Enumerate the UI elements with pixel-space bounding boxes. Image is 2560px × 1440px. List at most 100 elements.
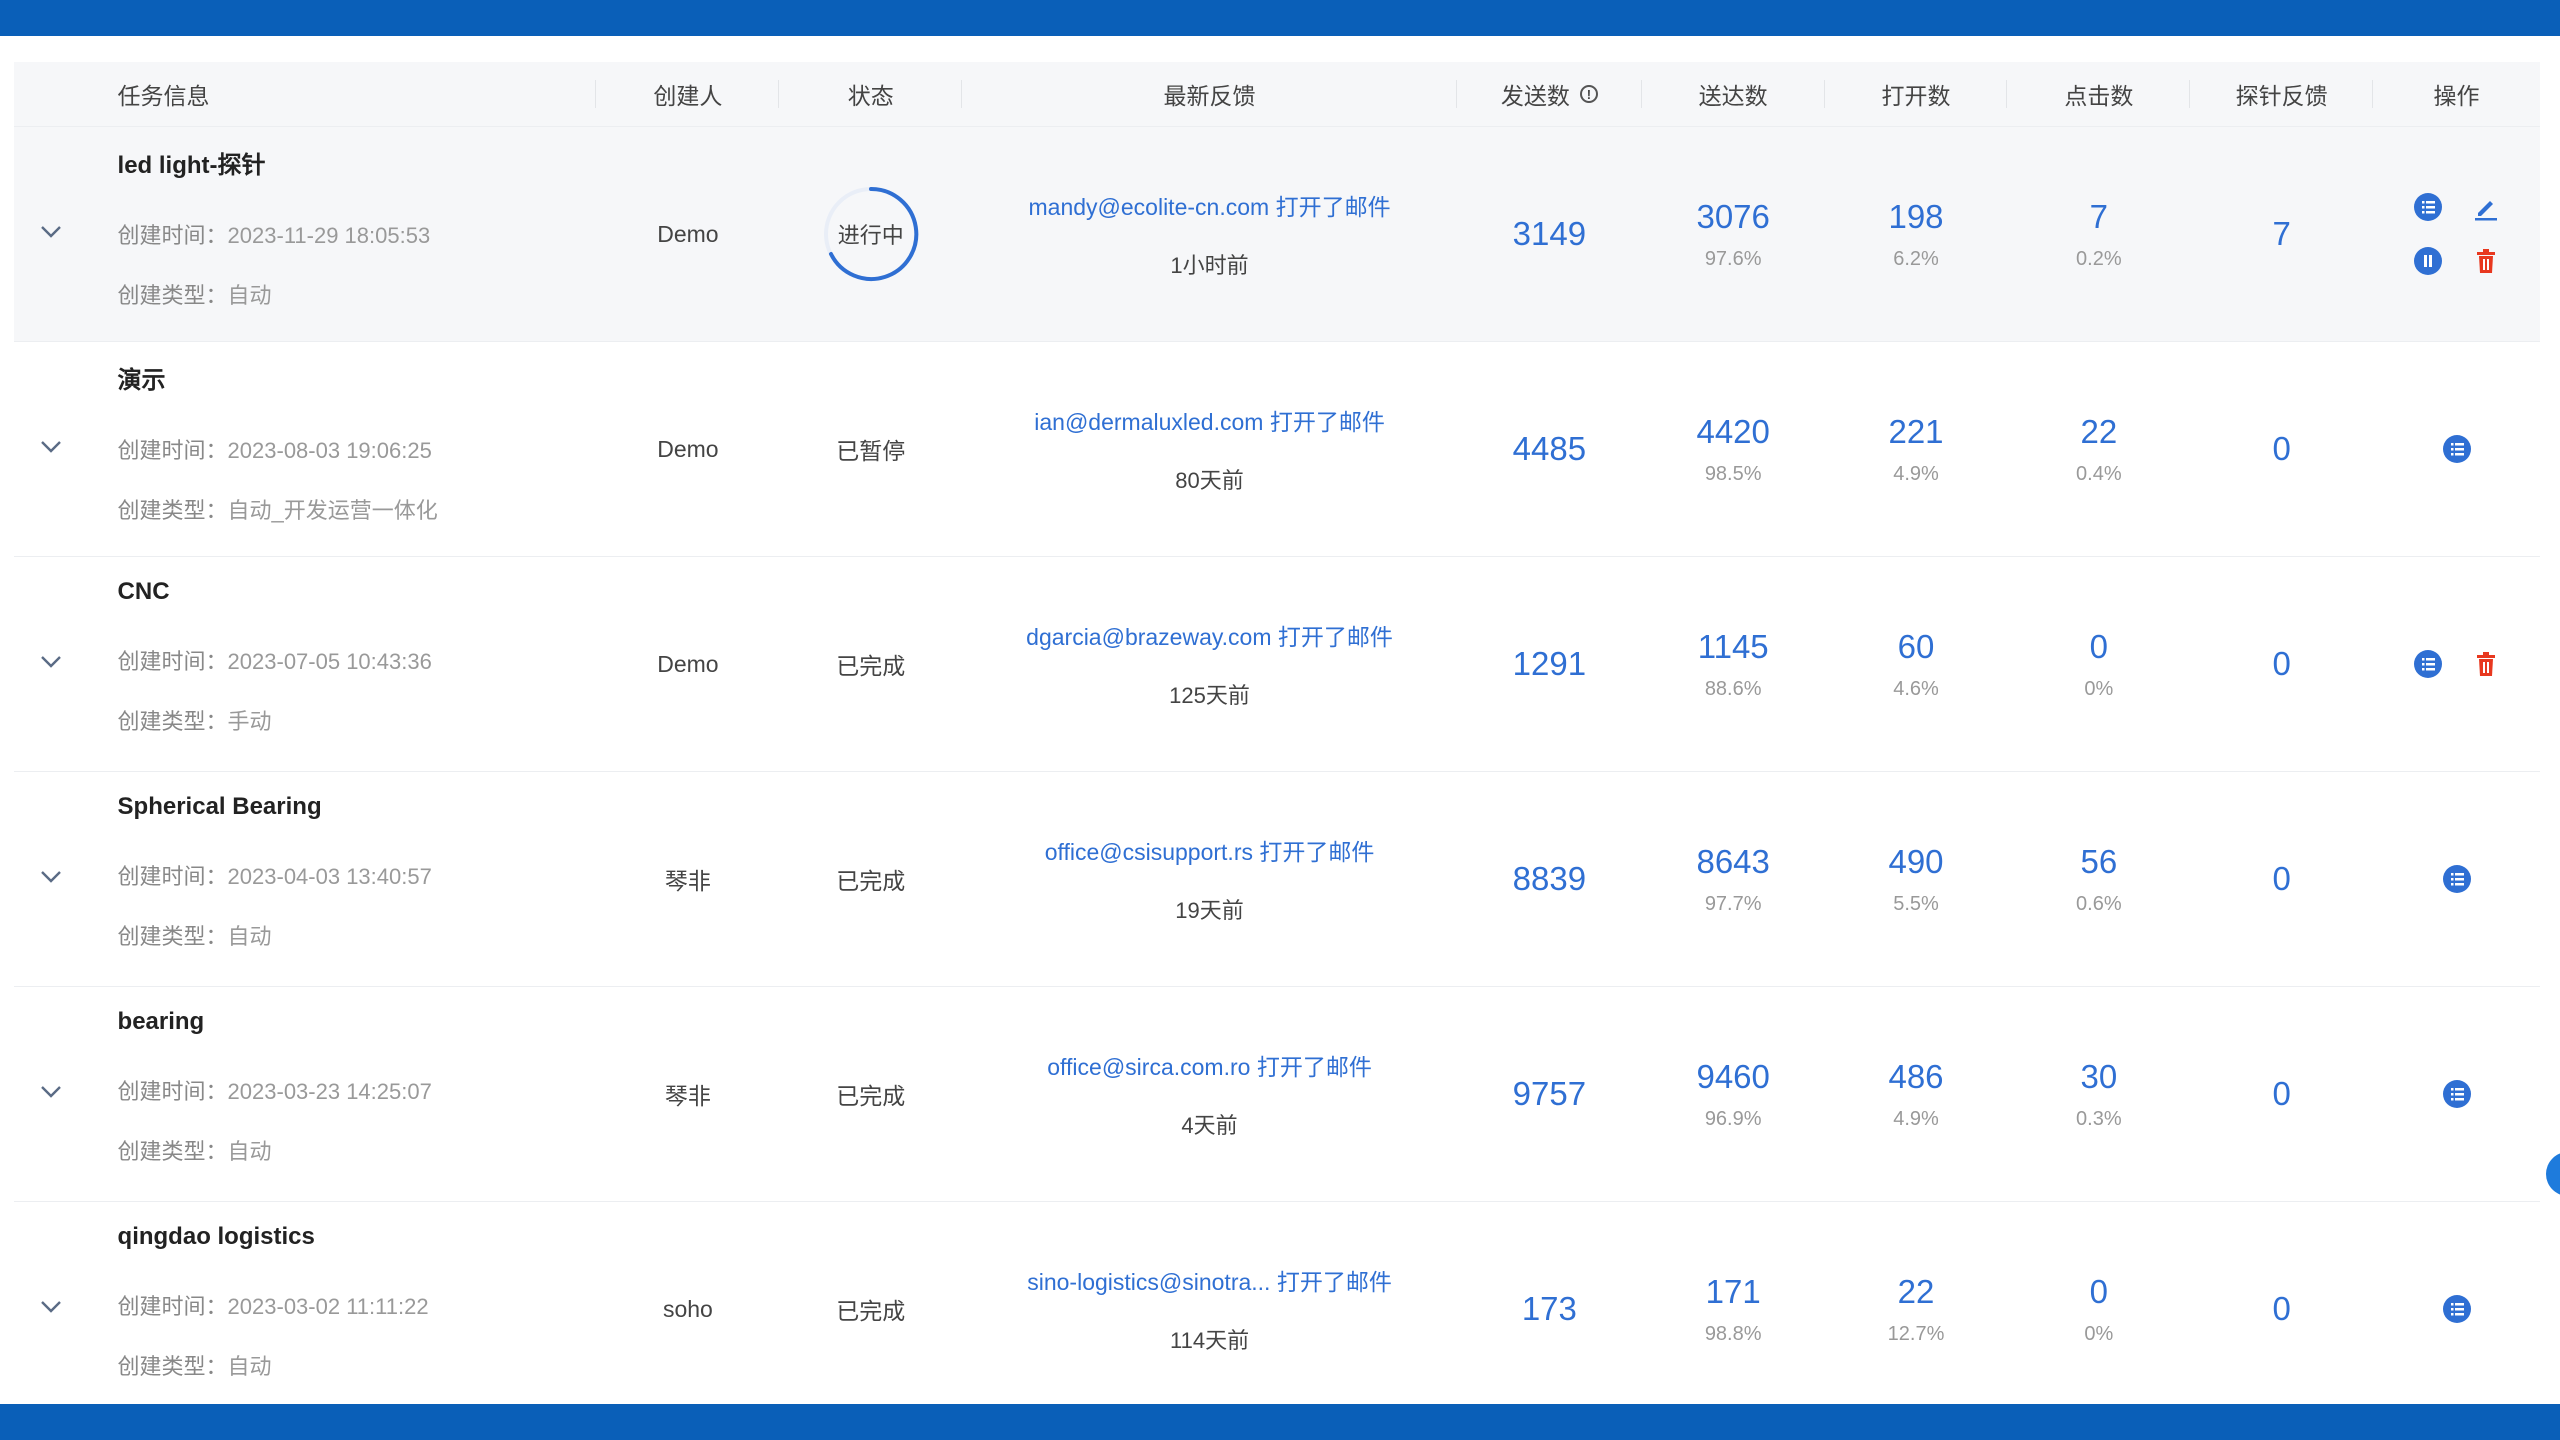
delivered-count[interactable]: 8643 bbox=[1696, 843, 1769, 881]
clicked-cell: 30 0.3% bbox=[2007, 987, 2190, 1201]
opened-count[interactable]: 198 bbox=[1888, 198, 1943, 236]
creator-cell: 琴非 bbox=[596, 772, 779, 986]
probe-count[interactable]: 0 bbox=[2272, 430, 2290, 468]
status-progress-ring: 进行中 bbox=[823, 186, 919, 282]
probe-count[interactable]: 7 bbox=[2272, 215, 2290, 253]
floating-help-button[interactable] bbox=[2546, 1152, 2560, 1196]
clicked-count[interactable]: 30 bbox=[2080, 1058, 2117, 1096]
clicked-count[interactable]: 22 bbox=[2080, 413, 2117, 451]
clicked-count[interactable]: 7 bbox=[2090, 198, 2108, 236]
sent-count[interactable]: 3149 bbox=[1513, 215, 1586, 253]
created-type-label: 创建类型： bbox=[117, 497, 228, 523]
status-text: 进行中 bbox=[837, 223, 904, 248]
feedback-link[interactable]: sino-logistics@sinotra... 打开了邮件 bbox=[1027, 1263, 1392, 1297]
feedback-time: 125天前 bbox=[1169, 683, 1250, 708]
chevron-down-icon[interactable] bbox=[40, 655, 62, 674]
header-opened: 打开数 bbox=[1825, 62, 2008, 126]
feedback-email: dgarcia@brazeway.com bbox=[1026, 624, 1272, 650]
delivered-rate: 98.5% bbox=[1704, 462, 1762, 485]
feedback-link[interactable]: dgarcia@brazeway.com 打开了邮件 bbox=[1026, 618, 1393, 652]
creator-cell: 琴非 bbox=[596, 987, 779, 1201]
feedback-action: 打开了邮件 bbox=[1259, 839, 1375, 865]
sent-count[interactable]: 173 bbox=[1522, 1290, 1577, 1328]
task-name[interactable]: led light-探针 bbox=[118, 145, 266, 180]
delivered-count[interactable]: 4420 bbox=[1696, 413, 1769, 451]
feedback-email: office@sirca.com.ro bbox=[1047, 1054, 1251, 1080]
clicked-cell: 0 0% bbox=[2007, 1202, 2190, 1416]
list-icon[interactable] bbox=[2442, 864, 2472, 894]
task-name[interactable]: 演示 bbox=[118, 360, 166, 395]
delivered-count[interactable]: 1145 bbox=[1698, 628, 1769, 666]
list-icon[interactable] bbox=[2413, 192, 2443, 222]
created-time: 创建时间：2023-03-23 14:25:07 bbox=[118, 1074, 432, 1106]
pause-icon[interactable] bbox=[2413, 246, 2443, 276]
opened-count[interactable]: 486 bbox=[1888, 1058, 1943, 1096]
sent-count[interactable]: 1291 bbox=[1513, 645, 1586, 683]
status-cell: 已完成 bbox=[779, 557, 962, 771]
clicked-count[interactable]: 56 bbox=[2080, 843, 2117, 881]
probe-count[interactable]: 0 bbox=[2272, 1075, 2290, 1113]
opened-count[interactable]: 221 bbox=[1888, 413, 1943, 451]
created-time: 创建时间：2023-04-03 13:40:57 bbox=[118, 859, 432, 891]
chevron-down-icon[interactable] bbox=[40, 1300, 62, 1319]
delivered-count[interactable]: 3076 bbox=[1696, 198, 1769, 236]
delivered-count[interactable]: 9460 bbox=[1696, 1058, 1769, 1096]
clicked-count[interactable]: 0 bbox=[2090, 628, 2108, 666]
opened-count[interactable]: 490 bbox=[1888, 843, 1943, 881]
task-name[interactable]: bearing bbox=[118, 1008, 205, 1036]
status-text: 已完成 bbox=[836, 1298, 906, 1324]
created-time: 创建时间：2023-11-29 18:05:53 bbox=[118, 218, 431, 250]
probe-count[interactable]: 0 bbox=[2272, 860, 2290, 898]
created-type: 创建类型：自动 bbox=[118, 1349, 272, 1381]
feedback-link[interactable]: office@csisupport.rs 打开了邮件 bbox=[1045, 833, 1375, 867]
list-icon[interactable] bbox=[2442, 434, 2472, 464]
chevron-down-icon[interactable] bbox=[40, 1085, 62, 1104]
probe-count[interactable]: 0 bbox=[2272, 645, 2290, 683]
feedback-time: 114天前 bbox=[1170, 1328, 1250, 1353]
feedback-link[interactable]: office@sirca.com.ro 打开了邮件 bbox=[1047, 1048, 1372, 1082]
feedback-link[interactable]: ian@dermaluxled.com 打开了邮件 bbox=[1034, 403, 1385, 437]
creator-cell: Demo bbox=[596, 127, 779, 341]
task-info-cell: 演示 创建时间：2023-08-03 19:06:25 创建类型：自动_开发运营一体… bbox=[88, 342, 597, 556]
row-actions bbox=[2442, 434, 2472, 464]
task-name[interactable]: CNC bbox=[118, 578, 170, 606]
opened-count[interactable]: 60 bbox=[1898, 628, 1935, 666]
edit-icon[interactable] bbox=[2471, 192, 2501, 222]
list-icon[interactable] bbox=[2413, 649, 2443, 679]
table-row: led light-探针 创建时间：2023-11-29 18:05:53 创建类型… bbox=[14, 127, 2540, 342]
row-actions bbox=[2413, 192, 2501, 276]
sent-count[interactable]: 4485 bbox=[1513, 430, 1586, 468]
list-icon[interactable] bbox=[2442, 1294, 2472, 1324]
feedback-time: 4天前 bbox=[1181, 1113, 1238, 1138]
clicked-count[interactable]: 0 bbox=[2090, 1273, 2108, 1311]
sent-count[interactable]: 8839 bbox=[1513, 860, 1586, 898]
delivered-count[interactable]: 171 bbox=[1706, 1273, 1761, 1311]
chevron-down-icon[interactable] bbox=[40, 225, 62, 244]
operations-cell bbox=[2373, 342, 2540, 556]
probe-count[interactable]: 0 bbox=[2272, 1290, 2290, 1328]
feedback-link[interactable]: mandy@ecolite-cn.com 打开了邮件 bbox=[1029, 188, 1391, 222]
table-row: 演示 创建时间：2023-08-03 19:06:25 创建类型：自动_开发运营一体… bbox=[14, 342, 2540, 557]
feedback-email: ian@dermaluxled.com bbox=[1034, 409, 1264, 435]
opened-count[interactable]: 22 bbox=[1898, 1273, 1935, 1311]
feedback-email: mandy@ecolite-cn.com bbox=[1028, 194, 1270, 220]
info-circle-icon[interactable]: ! bbox=[1579, 85, 1598, 103]
clicked-cell: 7 0.2% bbox=[2007, 127, 2190, 341]
task-name[interactable]: Spherical Bearing bbox=[118, 793, 322, 821]
operations-cell bbox=[2373, 127, 2540, 341]
delete-icon[interactable] bbox=[2471, 649, 2501, 679]
operations-cell bbox=[2373, 772, 2540, 986]
created-time-value: 2023-11-29 18:05:53 bbox=[227, 222, 431, 248]
opened-cell: 198 6.2% bbox=[1825, 127, 2008, 341]
chevron-down-icon[interactable] bbox=[40, 870, 62, 889]
created-time-label: 创建时间： bbox=[117, 222, 228, 248]
sent-count[interactable]: 9757 bbox=[1513, 1075, 1586, 1113]
delete-icon[interactable] bbox=[2471, 246, 2501, 276]
status-text: 已完成 bbox=[836, 1083, 906, 1109]
created-type-label: 创建类型： bbox=[117, 924, 228, 949]
list-icon[interactable] bbox=[2442, 1079, 2472, 1109]
chevron-down-icon[interactable] bbox=[40, 440, 62, 459]
task-name[interactable]: qingdao logistics bbox=[118, 1223, 315, 1251]
opened-cell: 221 4.9% bbox=[1825, 342, 2008, 556]
top-band bbox=[0, 0, 2560, 36]
